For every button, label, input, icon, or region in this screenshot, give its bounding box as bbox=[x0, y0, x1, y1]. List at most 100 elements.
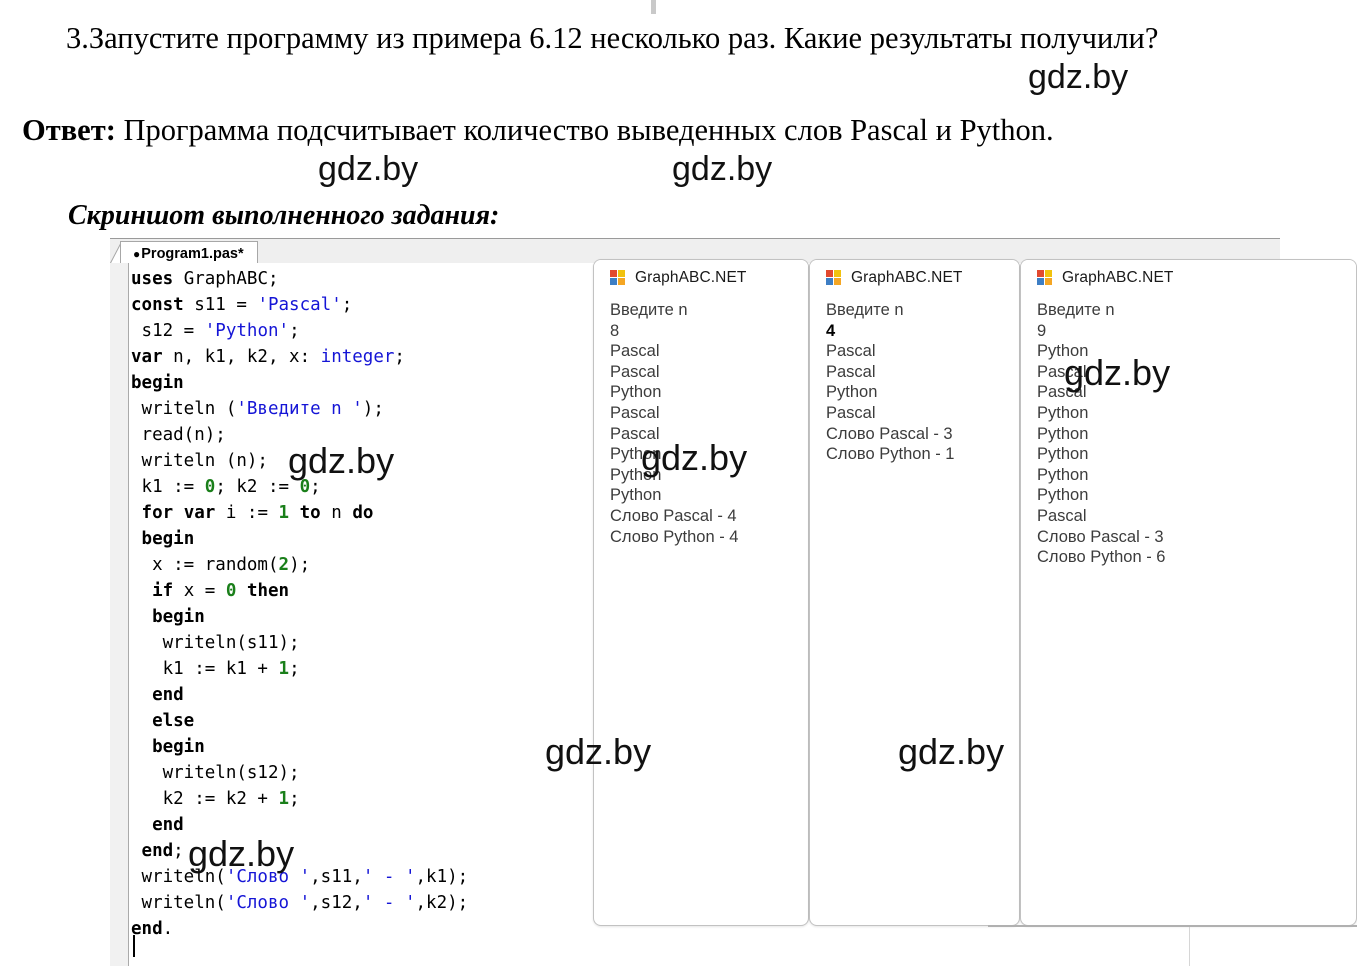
code-token: do bbox=[352, 503, 374, 523]
right-edge-rule bbox=[1189, 927, 1190, 966]
console-output-line: Pascal bbox=[826, 342, 876, 361]
code-token: if bbox=[152, 581, 174, 601]
code-token: x := random( bbox=[131, 555, 279, 575]
console-output-line: Введите n bbox=[826, 301, 904, 319]
watermark: gdz.by bbox=[318, 150, 419, 188]
code-token: ; k2 := bbox=[215, 477, 300, 497]
graphabc-output-window[interactable]: GraphABC.NET Введите n 4 Pascal Pascal Python… bbox=[809, 259, 1020, 926]
graphabc-app-icon bbox=[826, 270, 842, 286]
code-token: writeln (n); bbox=[131, 451, 268, 471]
bottom-rule bbox=[988, 925, 1357, 927]
code-token: s12 = bbox=[131, 321, 205, 341]
code-token: else bbox=[152, 711, 195, 731]
code-token: end bbox=[152, 815, 184, 835]
code-token: 'Pascal' bbox=[257, 295, 342, 315]
source-code[interactable]: uses GraphABC; const s11 = 'Pascal'; s12 … bbox=[131, 266, 468, 942]
code-token: ; bbox=[289, 321, 300, 341]
code-line: begin bbox=[131, 526, 468, 552]
code-token: read(n); bbox=[131, 425, 226, 445]
console-output-line: Pascal bbox=[1037, 506, 1087, 525]
code-line: end bbox=[131, 812, 468, 838]
code-line: end bbox=[131, 682, 468, 708]
code-line: begin bbox=[131, 604, 468, 630]
code-token: ,s12, bbox=[310, 893, 363, 913]
question-number: 3. bbox=[66, 21, 89, 55]
editor-tab-program1[interactable]: ● Program1.pas* bbox=[120, 241, 258, 263]
editor-gutter bbox=[110, 263, 129, 966]
code-line: begin bbox=[131, 370, 468, 396]
console-output-line: Python bbox=[1037, 403, 1089, 422]
console-output-line: Python bbox=[610, 383, 662, 402]
code-token: 'Слово ' bbox=[225, 893, 311, 913]
answer-text: Программа подсчитывает количество выведе… bbox=[123, 113, 1054, 147]
code-token: ); bbox=[289, 555, 311, 575]
console-output-line: Python bbox=[1037, 465, 1089, 484]
console-output-line: 9 bbox=[1037, 321, 1047, 340]
code-token: 0 bbox=[225, 581, 237, 601]
console-output: Введите n 4 Pascal Pascal Python Pascal Слово … bbox=[826, 300, 1015, 465]
code-token: x = bbox=[173, 581, 226, 601]
code-token: ); bbox=[362, 399, 384, 419]
console-output-line: Pascal bbox=[610, 362, 660, 381]
code-token: k2 := k2 + bbox=[131, 789, 279, 809]
code-line: if x = 0 then bbox=[131, 578, 468, 604]
window-titlebar[interactable]: GraphABC.NET bbox=[810, 260, 1019, 296]
console-output-line: 8 bbox=[610, 321, 620, 340]
code-token: begin bbox=[152, 607, 205, 627]
code-token: integer bbox=[320, 347, 395, 367]
console-output-line: Pascal bbox=[826, 362, 876, 381]
window-titlebar[interactable]: GraphABC.NET bbox=[1021, 260, 1356, 296]
console-output-line: Python bbox=[1037, 486, 1089, 505]
code-token: 'Введите n ' bbox=[236, 399, 363, 419]
window-titlebar[interactable]: GraphABC.NET bbox=[594, 260, 808, 296]
code-token: begin bbox=[152, 737, 205, 757]
code-token: uses bbox=[131, 269, 174, 289]
code-token: ,s11, bbox=[310, 867, 363, 887]
code-line: const s11 = 'Pascal'; bbox=[131, 292, 468, 318]
code-token: writeln(s12); bbox=[131, 763, 300, 783]
code-line: writeln('Слово ',s11,' - ',k1); bbox=[131, 864, 469, 890]
code-token: const bbox=[131, 295, 184, 315]
graphabc-output-window[interactable]: GraphABC.NET Введите n 8 Pascal Pascal Python… bbox=[593, 259, 809, 926]
code-line: writeln ('Введите n '); bbox=[131, 396, 468, 422]
code-token: end bbox=[141, 841, 174, 861]
console-output-line: Введите n bbox=[1037, 301, 1115, 319]
code-token: GraphABC; bbox=[173, 269, 279, 289]
console-output-line: Python bbox=[826, 383, 878, 402]
code-token: 0 bbox=[204, 477, 216, 497]
code-line: writeln(s12); bbox=[131, 760, 468, 786]
code-token: var bbox=[131, 347, 163, 367]
code-token: ; bbox=[394, 347, 405, 367]
code-token: ; bbox=[289, 789, 300, 809]
code-line: k2 := k2 + 1; bbox=[131, 786, 468, 812]
screenshot-caption: Скриншот выполненного задания: bbox=[68, 200, 500, 231]
code-token: ; bbox=[341, 295, 353, 315]
page-root: 3.Запустите программу из примера 6.12 не… bbox=[0, 0, 1357, 966]
window-title: GraphABC.NET bbox=[851, 269, 963, 286]
console-output-line: Pascal bbox=[826, 403, 876, 422]
code-line: s12 = 'Python'; bbox=[131, 318, 468, 344]
graphabc-app-icon bbox=[610, 270, 626, 286]
console-output-line: Pascal bbox=[610, 342, 660, 361]
code-line: end. bbox=[131, 916, 468, 942]
page-top-mark bbox=[651, 0, 656, 14]
code-token: end bbox=[131, 919, 163, 939]
watermark: gdz.by bbox=[898, 731, 1005, 772]
code-line: begin bbox=[131, 734, 468, 760]
console-output-line: Pascal bbox=[610, 403, 660, 422]
console-output-line: Введите n bbox=[610, 301, 688, 319]
code-token: k1 := k1 + bbox=[131, 659, 279, 679]
code-line: uses GraphABC; bbox=[131, 266, 468, 292]
console-output-line: Слово Python - 4 bbox=[610, 527, 739, 546]
code-token: 'Python' bbox=[204, 321, 290, 341]
watermark: gdz.by bbox=[1064, 352, 1171, 393]
code-token: k1 := bbox=[131, 477, 205, 497]
code-token: s11 = bbox=[183, 295, 258, 315]
code-token: ,k1); bbox=[415, 867, 469, 887]
